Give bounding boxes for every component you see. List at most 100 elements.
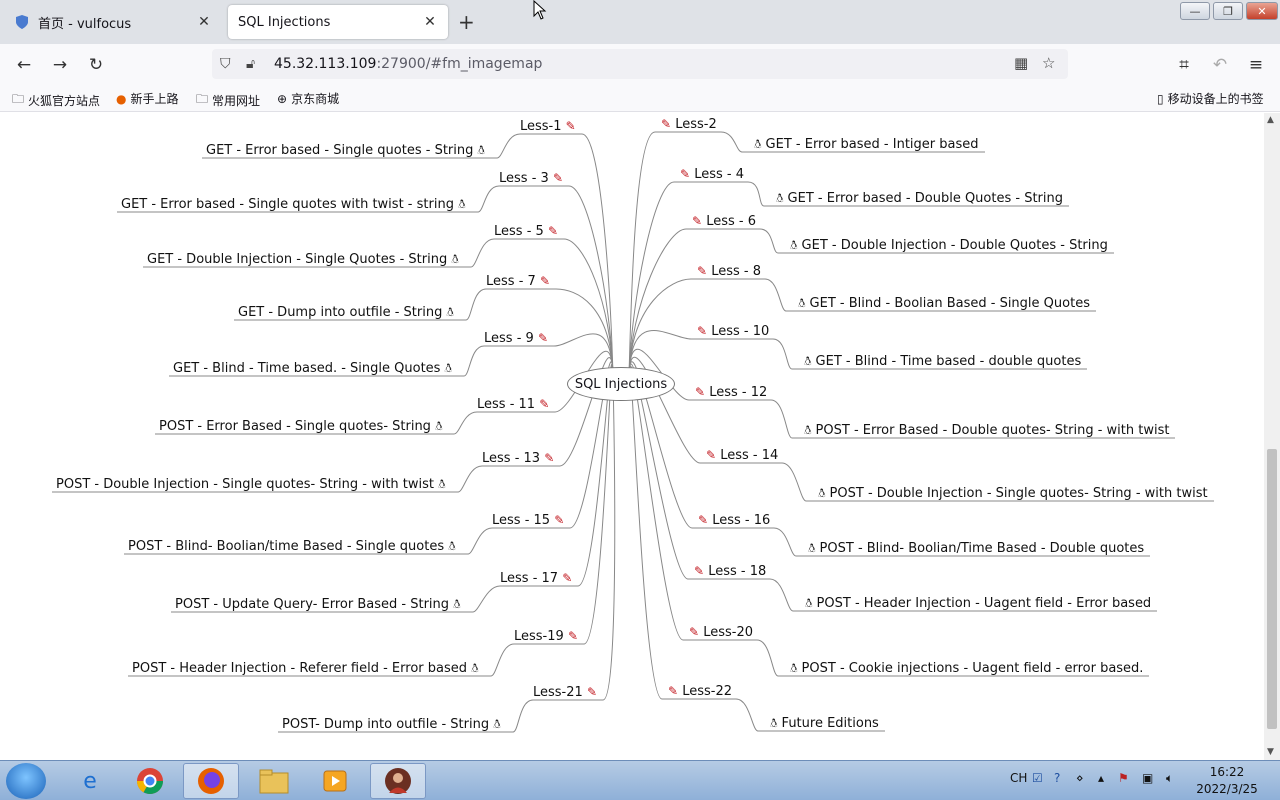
mindmap-less-node[interactable]: ✎ Less - 18 [694,563,766,580]
checkbox-tray-icon[interactable]: ☑ [1032,771,1043,785]
clock[interactable]: 16:22 2022/3/25 [1192,764,1262,798]
mindmap-desc-node[interactable]: 🐧︎ GET - Blind - Time based - double quo… [804,353,1081,370]
mindmap-desc-node[interactable]: 🐧︎ GET - Blind - Boolian Based - Single … [798,295,1090,312]
firefox-icon[interactable] [183,763,239,799]
mindmap-less-node[interactable]: Less - 11 ✎ [477,396,549,413]
mindmap-desc-node[interactable]: 🐧︎ POST - Error Based - Double quotes- S… [804,422,1169,439]
scroll-down-icon[interactable]: ▼ [1267,747,1274,757]
mindmap-desc-node[interactable]: GET - Blind - Time based. - Single Quote… [173,360,452,377]
minimize-button[interactable]: — [1180,2,1210,20]
mindmap-less-node[interactable]: Less - 17 ✎ [500,570,572,587]
bookmark-item[interactable]: ● 新手上路 [116,90,179,107]
node-label: GET - Double Injection - Double Quotes -… [801,238,1108,253]
mindmap-less-node[interactable]: ✎ Less - 10 [697,323,769,340]
screenshot-icon[interactable]: ⌗ [1173,54,1195,76]
mindmap-desc-node[interactable]: 🐧︎ POST - Cookie injections - Uagent fie… [790,660,1143,677]
window-close-button[interactable]: ✕ [1246,2,1278,20]
node-label: Less-1 [520,119,562,134]
mindmap-desc-node[interactable]: GET - Error based - Single quotes with t… [121,196,466,213]
mobile-bookmarks[interactable]: ▯ 移动设备上的书签 [1157,90,1264,107]
mindmap-desc-node[interactable]: 🐧︎ GET - Double Injection - Double Quote… [790,237,1108,254]
linux-penguin-icon: 🐧︎ [790,238,798,252]
mindmap-less-node[interactable]: ✎ Less - 8 [697,263,761,280]
mindmap-desc-node[interactable]: POST- Dump into outfile - String 🐧︎ [282,716,501,733]
mindmap-less-node[interactable]: ✎ Less-22 [668,683,732,700]
mindmap-less-node[interactable]: Less-21 ✎ [533,684,597,701]
tracking-shield-icon[interactable]: ⛉ [220,56,238,72]
node-label: Less - 6 [706,214,756,229]
mindmap-less-node[interactable]: Less - 13 ✎ [482,450,554,467]
menu-icon[interactable]: ≡ [1245,54,1267,76]
node-label: GET - Blind - Time based - double quotes [815,354,1082,369]
mindmap-desc-node[interactable]: POST - Double Injection - Single quotes-… [56,476,446,493]
back-icon[interactable]: ← [13,54,35,76]
mindmap-desc-node[interactable]: 🐧︎ POST - Blind- Boolian/Time Based - Do… [808,540,1144,557]
pencil-icon: ✎ [552,171,563,185]
reload-icon[interactable]: ↻ [85,54,107,76]
mindmap-less-node[interactable]: ✎ Less - 16 [698,512,770,529]
mindmap-desc-node[interactable]: POST - Update Query- Error Based - Strin… [175,596,461,613]
mindmap-desc-node[interactable]: GET - Double Injection - Single Quotes -… [147,251,459,268]
start-button[interactable] [6,763,46,799]
mindmap-center-node[interactable]: SQL Injections [567,367,675,401]
input-language[interactable]: CH [1010,771,1027,785]
mindmap-less-node[interactable]: ✎ Less - 14 [706,447,778,464]
insecure-lock-icon[interactable]: 🔓︎ [246,56,264,72]
chrome-icon[interactable] [122,763,178,799]
linux-penguin-icon: 🐧︎ [798,296,806,310]
network-icon[interactable]: ▣ [1142,771,1153,785]
mindmap-less-node[interactable]: ✎ Less - 12 [695,384,767,401]
volume-icon[interactable]: 🔈︎ [1166,771,1173,786]
mindmap-less-node[interactable]: ✎ Less - 6 [692,213,756,230]
mindmap-less-node[interactable]: Less-1 ✎ [520,118,576,135]
node-label: Less - 9 [484,331,534,346]
scrollbar-thumb[interactable] [1267,449,1277,729]
mindmap-desc-node[interactable]: POST - Header Injection - Referer field … [132,660,479,677]
mindmap-desc-node[interactable]: 🐧︎ POST - Double Injection - Single quot… [818,485,1208,502]
folder-icon[interactable] [246,763,302,799]
bookmark-item[interactable]: ⊕ 京东商城 [277,90,339,107]
ie-icon[interactable]: e [62,763,118,799]
mindmap-desc-node[interactable]: GET - Dump into outfile - String 🐧︎ [238,304,454,321]
mindmap-desc-node[interactable]: 🐧︎ GET - Error based - Intiger based [754,136,979,153]
mindmap-less-node[interactable]: Less - 5 ✎ [494,223,558,240]
tray-options-icon[interactable]: ⋄ [1076,771,1084,785]
bookmark-star-icon[interactable]: ☆ [1042,54,1055,72]
qr-code-icon[interactable]: ▦ [1014,54,1028,72]
mindmap-desc-node[interactable]: GET - Error based - Single quotes - Stri… [206,142,485,159]
close-tab-icon[interactable]: ✕ [196,14,212,30]
node-label: Less - 3 [499,171,549,186]
mindmap-less-node[interactable]: ✎ Less-2 [661,116,717,133]
restore-button[interactable]: ❐ [1213,2,1243,20]
bookmark-item[interactable]: 🗀 火狐官方站点 [12,90,100,111]
address-bar[interactable]: ⛉ 🔓︎ 45.32.113.109:27900/#fm_imagemap ▦ … [212,49,1068,79]
mindmap-less-node[interactable]: Less - 9 ✎ [484,330,548,347]
tab-sql-injections[interactable]: SQL Injections ✕ [228,5,448,39]
media-player-icon[interactable] [307,763,363,799]
user-app-icon[interactable] [370,763,426,799]
show-hidden-icons[interactable]: ▴ [1098,771,1104,785]
new-tab-button[interactable]: + [458,10,475,34]
undo-icon[interactable]: ↶ [1209,54,1231,76]
mindmap-less-node[interactable]: ✎ Less-20 [689,624,753,641]
url-text[interactable]: 45.32.113.109:27900/#fm_imagemap [274,56,542,72]
forward-icon[interactable]: → [49,54,71,76]
help-icon[interactable]: ? [1054,771,1060,785]
mindmap-less-node[interactable]: Less - 3 ✎ [499,170,563,187]
mindmap-desc-node[interactable]: POST - Error Based - Single quotes- Stri… [159,418,442,435]
mindmap-desc-node[interactable]: 🐧︎ GET - Error based - Double Quotes - S… [776,190,1063,207]
action-center-icon[interactable]: ⚑ [1118,771,1129,785]
mindmap-desc-node[interactable]: 🐧︎ Future Editions [770,715,879,732]
mindmap-less-node[interactable]: ✎ Less - 4 [680,166,744,183]
mindmap-less-node[interactable]: Less - 7 ✎ [486,273,550,290]
linux-penguin-icon: 🐧︎ [446,305,454,319]
mindmap-less-node[interactable]: Less-19 ✎ [514,628,578,645]
vertical-scrollbar[interactable]: ▲ ▼ [1264,113,1280,760]
mindmap-desc-node[interactable]: 🐧︎ POST - Header Injection - Uagent fiel… [805,595,1151,612]
tab-vulfocus[interactable]: 首页 - vulfocus ✕ [4,5,222,39]
bookmark-item[interactable]: 🗀 常用网址 [196,90,260,111]
close-tab-icon[interactable]: ✕ [422,14,438,30]
mindmap-desc-node[interactable]: POST - Blind- Boolian/time Based - Singl… [128,538,456,555]
scroll-up-icon[interactable]: ▲ [1267,115,1274,125]
mindmap-less-node[interactable]: Less - 15 ✎ [492,512,564,529]
